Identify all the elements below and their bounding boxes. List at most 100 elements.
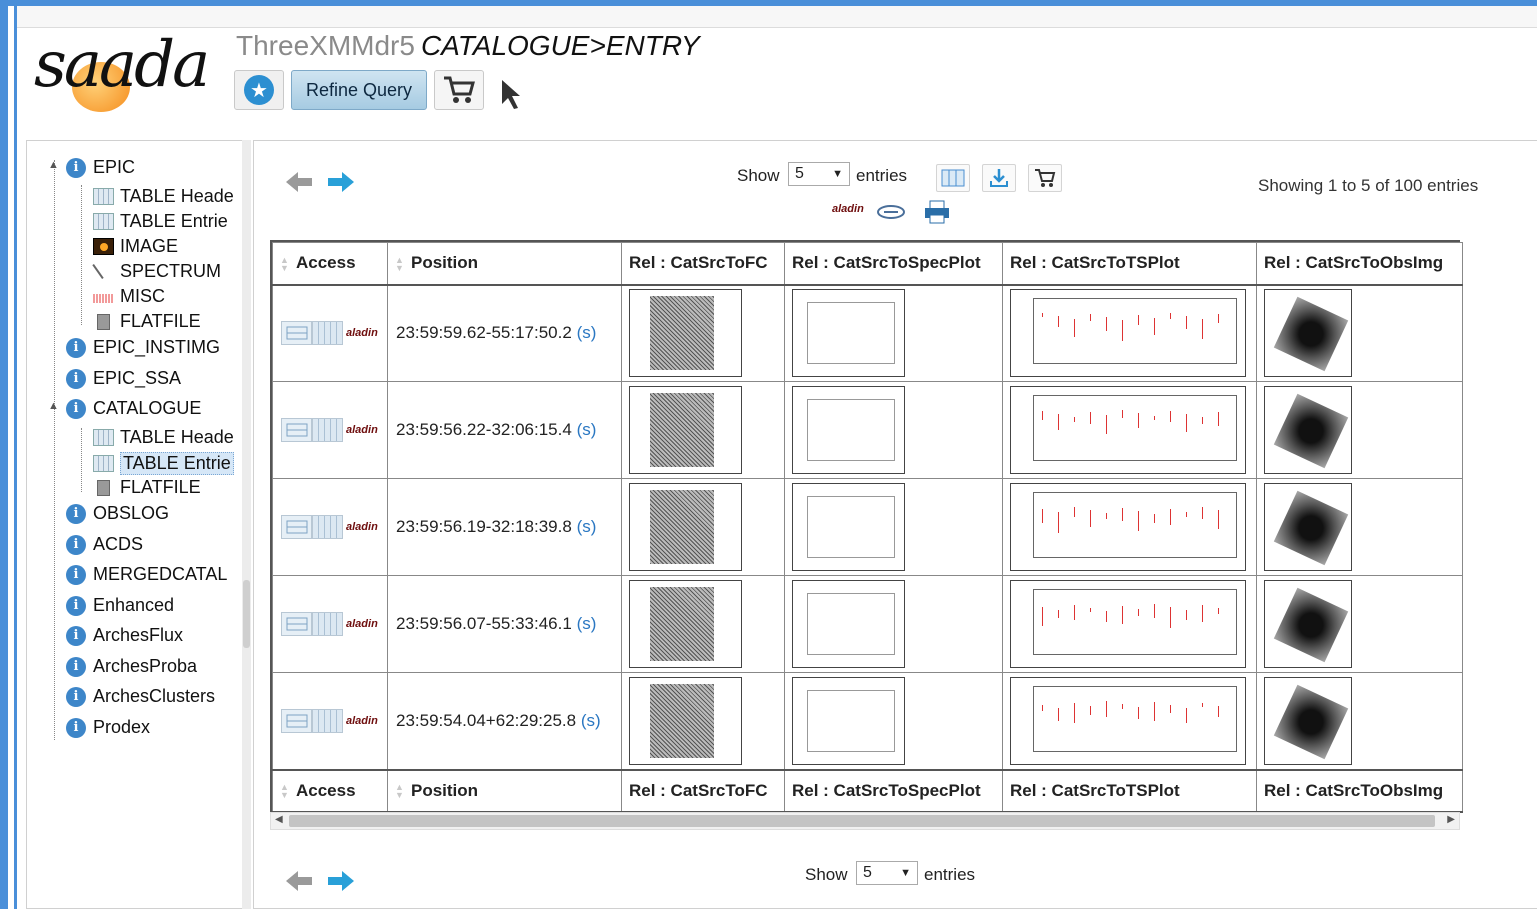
aladin-icon[interactable]: aladin xyxy=(346,424,378,436)
timeseries-plot-thumbnail[interactable] xyxy=(1010,386,1246,474)
table-icon[interactable] xyxy=(312,321,343,346)
aladin-icon[interactable]: aladin xyxy=(346,521,378,533)
col-footer-position[interactable]: ▲ ▼ Position xyxy=(387,768,622,813)
tree-node-obslog[interactable]: i OBSLOG xyxy=(48,503,169,524)
col-footer-access[interactable]: ▲ ▼ Access xyxy=(272,768,388,813)
add-to-cart-button[interactable] xyxy=(1028,164,1062,192)
observation-image-thumbnail[interactable] xyxy=(1264,580,1352,668)
timeseries-plot-thumbnail[interactable] xyxy=(1010,580,1246,668)
tree-node-epic-instimg[interactable]: i EPIC_INSTIMG xyxy=(48,337,220,358)
tree-leaf-table-entries[interactable]: TABLE Entrie xyxy=(75,211,228,232)
simbad-link[interactable]: (s) xyxy=(577,517,597,536)
finding-chart-thumbnail[interactable] xyxy=(629,386,742,474)
table-horizontal-scrollbar[interactable]: ◀ ▶ xyxy=(270,812,1460,830)
col-header-access[interactable]: ▲ ▼ Access xyxy=(272,242,388,286)
col-header-obsimg[interactable]: Rel : CatSrcToObsImg xyxy=(1256,242,1463,286)
tree-leaf-flatfile[interactable]: FLATFILE xyxy=(75,477,201,498)
cart-button[interactable] xyxy=(434,70,484,110)
arrow-right-icon[interactable] xyxy=(326,170,356,194)
observation-image-thumbnail[interactable] xyxy=(1264,386,1352,474)
col-header-specplot[interactable]: Rel : CatSrcToSpecPlot xyxy=(784,242,1003,286)
detail-icon[interactable] xyxy=(281,418,312,442)
simbad-link[interactable]: (s) xyxy=(581,711,601,730)
tree-leaf-table-entries-selected[interactable]: TABLE Entrie xyxy=(75,452,234,475)
tree-scrollbar-thumb[interactable] xyxy=(243,580,250,648)
observation-image-thumbnail[interactable] xyxy=(1264,676,1352,765)
samp-send-icon[interactable] xyxy=(496,76,526,110)
tree-leaf-table-header[interactable]: TABLE Heade xyxy=(75,427,234,448)
page-size-select-bottom[interactable]: 5 ▼ xyxy=(856,861,918,885)
table-icon[interactable] xyxy=(312,612,343,636)
simbad-link[interactable]: (s) xyxy=(577,614,597,633)
tree-leaf-misc[interactable]: MISC xyxy=(75,286,165,307)
detail-icon[interactable] xyxy=(281,708,312,733)
samp-icon[interactable] xyxy=(876,202,906,222)
timeseries-plot-thumbnail[interactable] xyxy=(1010,483,1246,571)
finding-chart-thumbnail[interactable] xyxy=(629,289,742,378)
refine-query-button[interactable]: Refine Query xyxy=(291,70,427,110)
columns-button[interactable] xyxy=(936,164,970,192)
tree-node-epic-ssa[interactable]: i EPIC_SSA xyxy=(48,368,181,389)
col-footer-obsimg[interactable]: Rel : CatSrcToObsImg xyxy=(1256,768,1463,813)
ts-point xyxy=(1202,605,1203,622)
tree-node-archesproba[interactable]: i ArchesProba xyxy=(48,656,197,677)
tree-node-archesclusters[interactable]: i ArchesClusters xyxy=(48,686,215,707)
tree-leaf-flatfile[interactable]: FLATFILE xyxy=(75,311,201,332)
aladin-icon[interactable]: aladin xyxy=(346,715,378,727)
table-icon[interactable] xyxy=(312,708,343,733)
spectrum-plot-thumbnail[interactable] xyxy=(792,676,905,765)
table-icon[interactable] xyxy=(312,418,343,442)
finding-chart-thumbnail[interactable] xyxy=(629,676,742,765)
tree-leaf-table-header[interactable]: TABLE Heade xyxy=(75,186,234,207)
download-button[interactable] xyxy=(982,164,1016,192)
col-footer-fc[interactable]: Rel : CatSrcToFC xyxy=(621,768,785,813)
observation-image-thumbnail[interactable] xyxy=(1264,483,1352,571)
arrow-left-icon[interactable] xyxy=(284,869,314,893)
aladin-icon[interactable]: aladin xyxy=(346,618,378,630)
tree-node-epic[interactable]: ▲ i EPIC xyxy=(48,157,135,178)
aladin-icon[interactable]: aladin xyxy=(832,203,864,215)
spectrum-plot-thumbnail[interactable] xyxy=(792,483,905,571)
col-header-tsplot[interactable]: Rel : CatSrcToTSPlot xyxy=(1002,242,1257,286)
finding-chart-thumbnail[interactable] xyxy=(629,580,742,668)
tree-node-prodex[interactable]: i Prodex xyxy=(48,717,150,738)
spectrum-plot-thumbnail[interactable] xyxy=(792,289,905,378)
ts-point xyxy=(1122,703,1123,709)
tree-node-mergedcatal[interactable]: i MERGEDCATAL xyxy=(48,564,227,585)
finding-chart-thumbnail[interactable] xyxy=(629,483,742,571)
simbad-link[interactable]: (s) xyxy=(577,323,597,342)
spectrum-plot-thumbnail[interactable] xyxy=(792,580,905,668)
tree-leaf-spectrum[interactable]: SPECTRUM xyxy=(75,261,221,282)
detail-icon[interactable] xyxy=(281,321,312,346)
saada-logo[interactable]: saada xyxy=(30,28,210,118)
arrow-left-icon[interactable] xyxy=(284,170,314,194)
tree-node-catalogue[interactable]: ▲ i CATALOGUE xyxy=(48,398,201,419)
aladin-icon[interactable]: aladin xyxy=(346,327,378,339)
timeseries-plot-thumbnail[interactable] xyxy=(1010,676,1246,765)
observation-image-thumbnail[interactable] xyxy=(1264,289,1352,378)
tree-node-acds[interactable]: i ACDS xyxy=(48,534,143,555)
tree-node-archesflux[interactable]: i ArchesFlux xyxy=(48,625,183,646)
print-icon[interactable] xyxy=(924,200,950,224)
page-size-select[interactable]: 5 ▼ xyxy=(788,162,850,186)
scrollbar-thumb[interactable] xyxy=(289,815,1435,827)
table-icon[interactable] xyxy=(312,515,343,539)
arrow-right-icon[interactable] xyxy=(326,869,356,893)
favorite-button[interactable]: ★ xyxy=(234,70,284,110)
collapse-icon[interactable]: ▲ xyxy=(48,400,59,412)
scroll-left-icon[interactable]: ◀ xyxy=(275,814,283,825)
scroll-right-icon[interactable]: ▶ xyxy=(1447,814,1455,825)
tree-scrollbar[interactable] xyxy=(242,140,251,909)
col-footer-tsplot[interactable]: Rel : CatSrcToTSPlot xyxy=(1002,768,1257,813)
col-footer-specplot[interactable]: Rel : CatSrcToSpecPlot xyxy=(784,768,1003,813)
timeseries-plot-thumbnail[interactable] xyxy=(1010,289,1246,378)
simbad-link[interactable]: (s) xyxy=(577,420,597,439)
tree-node-enhanced[interactable]: i Enhanced xyxy=(48,595,174,616)
detail-icon[interactable] xyxy=(281,612,312,636)
detail-icon[interactable] xyxy=(281,515,312,539)
col-header-position[interactable]: ▲ ▼ Position xyxy=(387,242,622,286)
tree-leaf-image[interactable]: IMAGE xyxy=(75,236,178,257)
col-header-fc[interactable]: Rel : CatSrcToFC xyxy=(621,242,785,286)
spectrum-plot-thumbnail[interactable] xyxy=(792,386,905,474)
collapse-icon[interactable]: ▲ xyxy=(48,159,59,171)
